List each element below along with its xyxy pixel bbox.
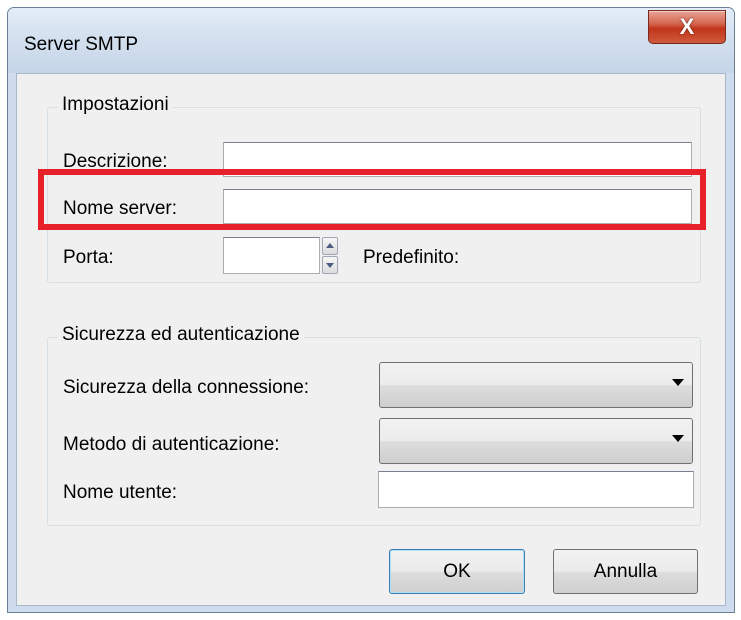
arrow-down-icon xyxy=(326,263,334,268)
connection-security-select[interactable] xyxy=(379,362,693,408)
window-title: Server SMTP xyxy=(24,34,139,55)
server-name-highlight xyxy=(38,169,706,230)
chevron-down-icon xyxy=(672,379,684,386)
ok-button[interactable]: OK xyxy=(389,549,525,594)
close-button[interactable]: X xyxy=(648,10,726,44)
title-bar[interactable]: Server SMTP X xyxy=(8,8,734,73)
spin-down-button[interactable] xyxy=(322,256,338,274)
security-legend: Sicurezza ed autenticazione xyxy=(58,324,304,346)
cancel-button[interactable]: Annulla xyxy=(553,549,698,594)
arrow-up-icon xyxy=(326,243,334,248)
default-label: Predefinito: xyxy=(363,247,460,268)
spin-up-button[interactable] xyxy=(322,237,338,255)
username-label: Nome utente: xyxy=(63,482,178,503)
port-field[interactable] xyxy=(223,237,320,274)
port-label: Porta: xyxy=(63,247,114,268)
settings-legend: Impostazioni xyxy=(58,94,173,116)
connection-security-label: Sicurezza della connessione: xyxy=(63,377,310,398)
dialog-body: Impostazioni Descrizione: Nome server: P… xyxy=(16,73,726,606)
port-spinner[interactable] xyxy=(322,237,340,275)
auth-method-label: Metodo di autenticazione: xyxy=(63,434,280,455)
username-field[interactable] xyxy=(378,471,694,508)
smtp-server-dialog: Server SMTP X Impostazioni Descrizione: … xyxy=(7,7,735,613)
auth-method-select[interactable] xyxy=(379,418,693,464)
chevron-down-icon xyxy=(672,435,684,442)
close-icon: X xyxy=(679,14,695,39)
